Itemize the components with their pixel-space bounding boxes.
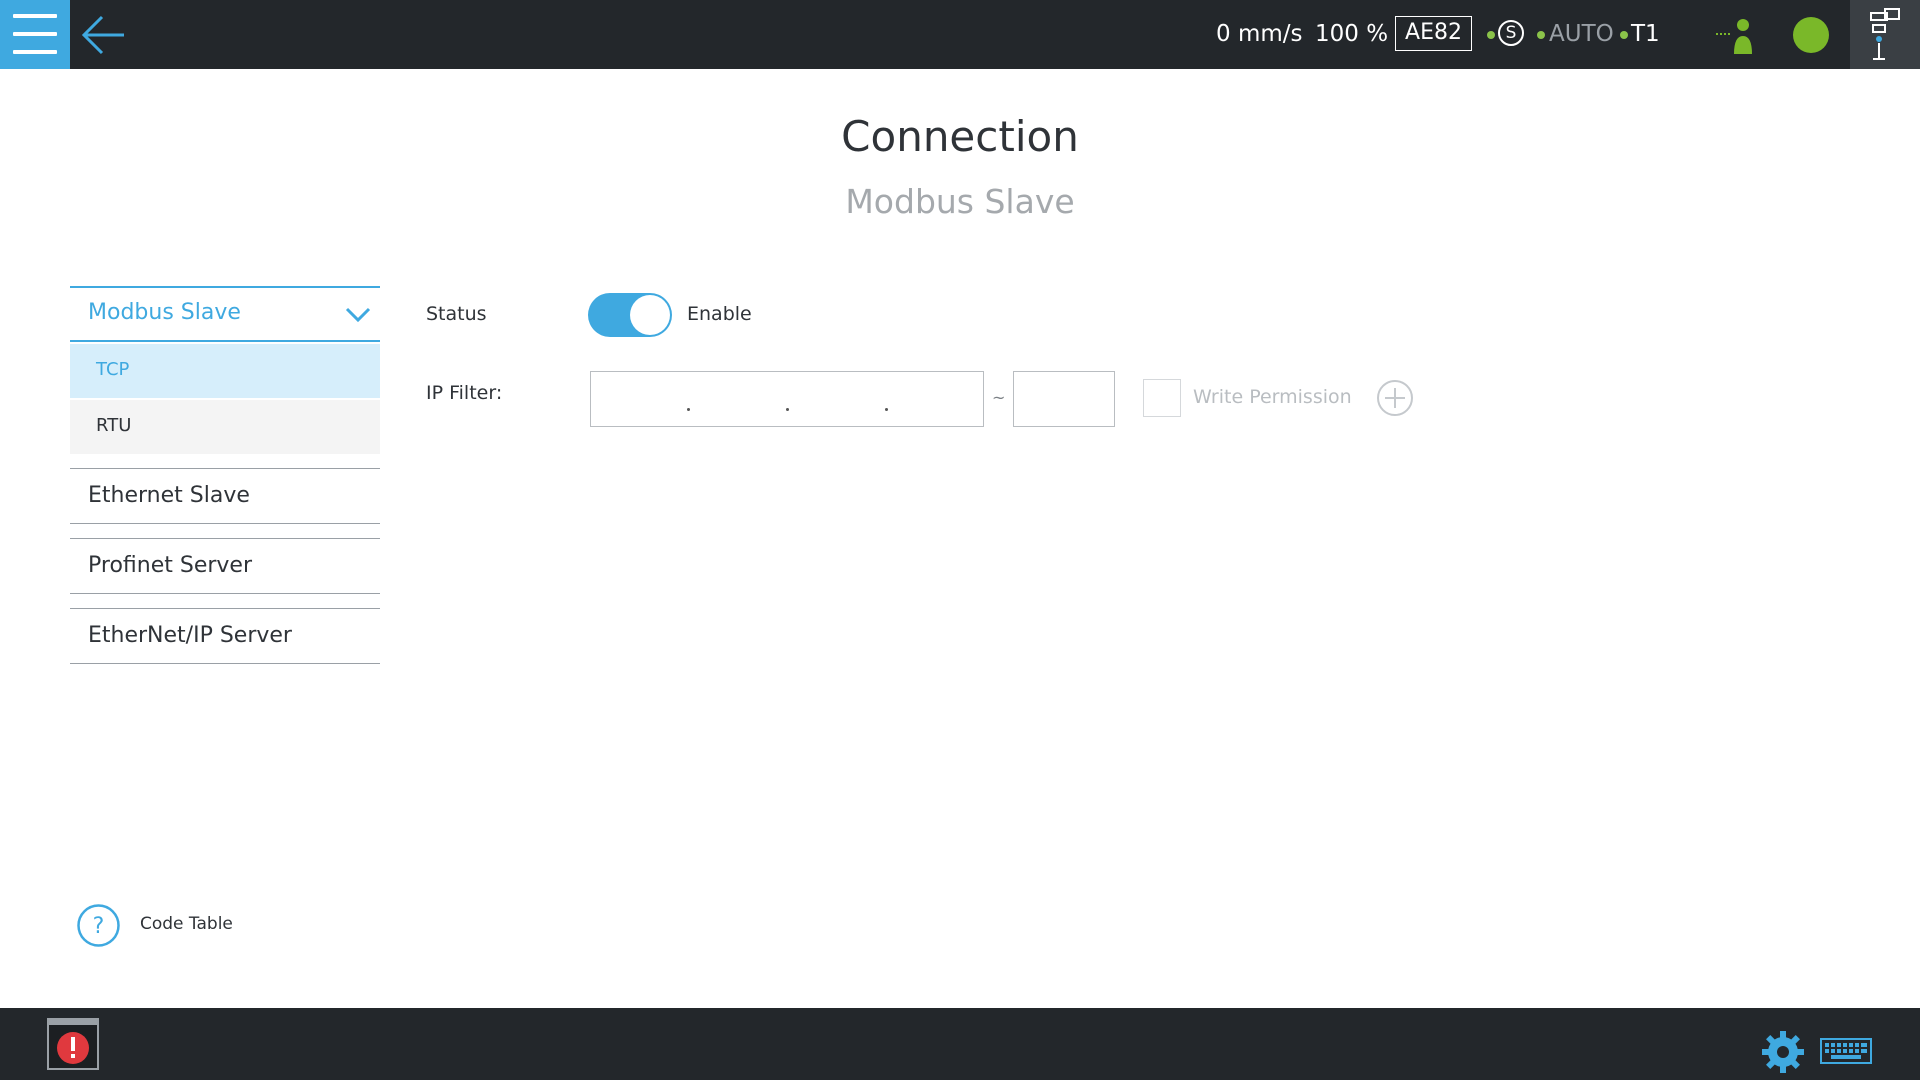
top-bar: 0 mm/s 100 % AE82 S AUTO T1 [0, 0, 1920, 69]
status-indicator[interactable] [1793, 17, 1829, 53]
mode-label: AUTO [1549, 21, 1614, 47]
sidebar-subitem-tcp[interactable]: TCP [70, 344, 380, 398]
plus-circle-icon[interactable] [1376, 379, 1414, 417]
gear-icon[interactable] [1761, 1030, 1805, 1074]
sidebar-item-label: Ethernet Slave [88, 483, 250, 508]
menu-icon-line [13, 32, 57, 36]
toggle-knob [630, 295, 670, 335]
sidebar-subitem-label: TCP [96, 359, 130, 380]
page-title: Connection [841, 112, 1079, 161]
status-dot [1620, 31, 1628, 39]
sidebar-item-profinet-server[interactable]: Profinet Server [70, 538, 380, 594]
back-arrow-icon[interactable] [80, 12, 128, 58]
sidebar-item-label: EtherNet/IP Server [88, 623, 292, 648]
safety-s-icon: S [1498, 20, 1524, 46]
ip-filter-input[interactable] [590, 371, 984, 427]
status-value-label: Enable [687, 303, 752, 325]
chevron-down-icon [345, 307, 371, 323]
svg-text:?: ? [93, 914, 105, 939]
robot-arm-icon [1870, 8, 1900, 60]
status-dot [1487, 31, 1495, 39]
code-table-link[interactable]: Code Table [140, 914, 233, 934]
override-readout[interactable]: 100 % [1315, 19, 1388, 49]
sidebar-group-label: Modbus Slave [88, 300, 241, 325]
range-separator: ~ [992, 388, 1006, 407]
sidebar-item-ethernet-slave[interactable]: Ethernet Slave [70, 468, 380, 524]
ip-separator-dot [687, 408, 690, 411]
write-permission-label: Write Permission [1193, 386, 1352, 408]
menu-icon-line [13, 14, 57, 18]
controller-id-box: AE82 [1395, 16, 1472, 51]
menu-button[interactable] [0, 0, 70, 69]
operating-mode-label: T1 [1631, 21, 1660, 47]
status-toggle[interactable] [588, 293, 672, 337]
ip-separator-dot [885, 408, 888, 411]
sidebar-item-ethernet-ip-server[interactable]: EtherNet/IP Server [70, 608, 380, 664]
user-status-icon[interactable] [1716, 16, 1756, 56]
status-label: Status [426, 303, 487, 325]
keyboard-icon[interactable] [1820, 1038, 1872, 1064]
robot-panel-button[interactable] [1850, 0, 1920, 69]
menu-icon-line [13, 50, 57, 54]
sidebar: Modbus Slave TCP RTU Ethernet Slave Prof… [70, 286, 380, 664]
bottom-bar [0, 1008, 1920, 1080]
sidebar-subitem-label: RTU [96, 415, 132, 436]
speed-readout: 0 mm/s [1216, 21, 1303, 47]
page-subtitle: Modbus Slave [845, 182, 1075, 221]
write-permission-checkbox[interactable] [1143, 379, 1181, 417]
question-icon[interactable]: ? [76, 903, 121, 948]
status-dot [1537, 31, 1545, 39]
sidebar-group-modbus-slave[interactable]: Modbus Slave [70, 286, 380, 342]
alert-icon[interactable] [47, 1018, 99, 1070]
ip-separator-dot [786, 408, 789, 411]
sidebar-subitem-rtu[interactable]: RTU [70, 400, 380, 454]
sidebar-item-label: Profinet Server [88, 553, 253, 578]
ip-range-end-input[interactable] [1013, 371, 1115, 427]
ip-filter-label: IP Filter: [426, 382, 503, 404]
